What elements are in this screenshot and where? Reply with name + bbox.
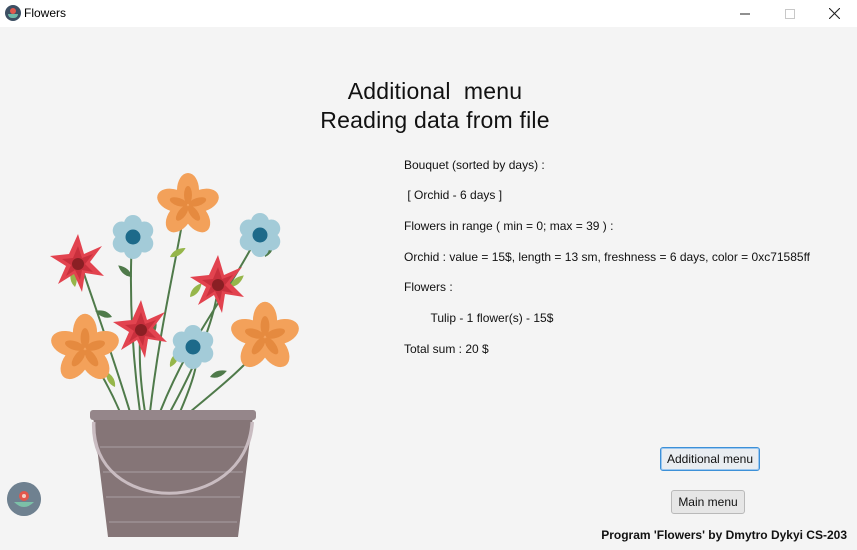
flowers-label: Flowers : (404, 280, 453, 294)
flower-logo-icon (7, 482, 41, 516)
main-panel: Additional menu Reading data from file B… (0, 27, 857, 550)
bouquet-label: Bouquet (sorted by days) : (404, 158, 545, 172)
title-bar: Flowers (0, 0, 857, 27)
main-menu-button[interactable]: Main menu (671, 490, 745, 514)
range-label: Flowers in range ( min = 0; max = 39 ) : (404, 219, 614, 233)
minimize-icon (740, 13, 750, 14)
bouquet-illustration (47, 173, 303, 537)
menu-subheading: Reading data from file (320, 107, 550, 133)
window-title: Flowers (24, 6, 67, 20)
close-button[interactable] (811, 0, 857, 27)
menu-heading: Additional menu (347, 78, 523, 104)
close-icon (828, 8, 840, 19)
minimize-button[interactable] (722, 0, 768, 27)
total-sum: Total sum : 20 $ (404, 342, 489, 356)
range-value: Orchid : value = 15$, length = 13 sm, fr… (404, 250, 811, 264)
flower-app-icon (5, 5, 21, 21)
bouquet-value: [ Orchid - 6 days ] (404, 188, 503, 202)
maximize-button[interactable] (767, 0, 813, 27)
credits-text: Program 'Flowers' by Dmytro Dykyi CS-203 (601, 528, 847, 542)
maximize-icon (785, 8, 795, 19)
additional-menu-button[interactable]: Additional menu (660, 447, 760, 471)
flowers-value: Tulip - 1 flower(s) - 15$ (404, 311, 554, 325)
